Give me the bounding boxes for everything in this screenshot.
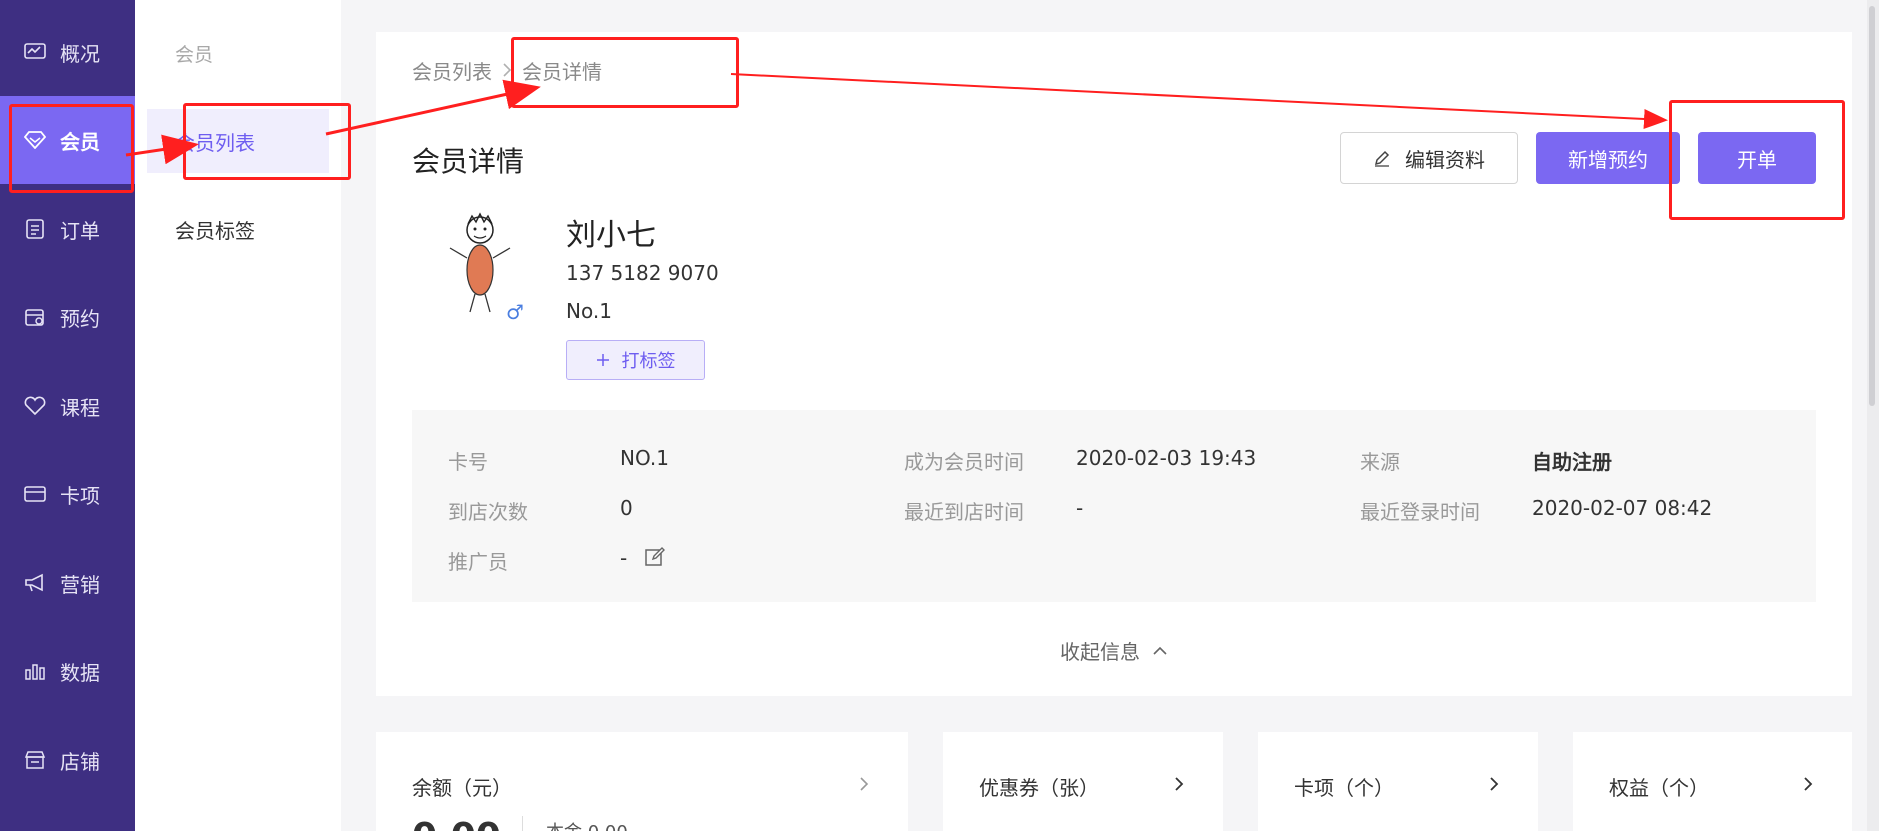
chevron-right-icon xyxy=(1488,772,1502,796)
edit-profile-button[interactable]: 编辑资料 xyxy=(1340,132,1518,184)
nav-item-label: 预约 xyxy=(60,306,100,331)
add-tag-label: 打标签 xyxy=(621,351,676,372)
subnav-item-member-tags[interactable]: 会员标签 xyxy=(147,197,329,261)
chevron-up-icon xyxy=(1152,646,1168,656)
breadcrumb-link-member-list[interactable]: 会员列表 xyxy=(412,56,492,85)
heart-icon xyxy=(22,395,48,417)
gender-male-icon: ♂ xyxy=(506,300,524,324)
stat-title: 卡项（个） xyxy=(1294,776,1394,800)
new-booking-label: 新增预约 xyxy=(1568,147,1648,172)
source-label: 来源 xyxy=(1360,450,1400,474)
member-phone: 137 5182 9070 xyxy=(566,261,719,285)
balance-principal: 本金 0.00 xyxy=(546,818,628,831)
subnav-item-label: 会员标签 xyxy=(175,218,255,243)
plus-icon xyxy=(596,353,610,367)
join-time-label: 成为会员时间 xyxy=(904,450,1024,474)
member-info-panel: 卡号 NO.1 成为会员时间 2020-02-03 19:43 来源 自助注册 … xyxy=(412,410,1816,602)
last-login-value: 2020-02-07 08:42 xyxy=(1532,496,1713,520)
annotation-box-open-order xyxy=(1669,100,1845,220)
nav-item-marketing[interactable]: 营销 xyxy=(0,539,135,627)
chevron-right-icon xyxy=(1173,772,1187,796)
last-visit-value: - xyxy=(1076,496,1084,520)
nav-item-label: 订单 xyxy=(60,218,100,243)
annotation-box-member-nav xyxy=(9,104,134,193)
nav-item-store[interactable]: 店铺 xyxy=(0,716,135,804)
nav-item-label: 课程 xyxy=(60,395,100,420)
nav-item-label: 营销 xyxy=(60,572,100,597)
visits-label: 到店次数 xyxy=(448,500,528,524)
edit-profile-label: 编辑资料 xyxy=(1405,147,1485,172)
nav-item-data[interactable]: 数据 xyxy=(0,627,135,715)
list-icon xyxy=(22,218,48,240)
stat-title: 优惠券（张） xyxy=(979,776,1099,800)
page-scrollbar[interactable] xyxy=(1867,0,1879,831)
pencil-icon xyxy=(1373,149,1391,167)
card-no-label: 卡号 xyxy=(448,450,488,474)
join-time-value: 2020-02-03 19:43 xyxy=(1076,446,1257,470)
balance-amount: 0.00 xyxy=(412,816,501,831)
nav-item-course[interactable]: 课程 xyxy=(0,362,135,450)
last-visit-label: 最近到店时间 xyxy=(904,500,1024,524)
page-title: 会员详情 xyxy=(412,145,525,178)
card-no-value: NO.1 xyxy=(620,446,669,470)
chevron-right-icon xyxy=(1802,772,1816,796)
stat-title: 权益（个） xyxy=(1609,776,1709,800)
member-number: No.1 xyxy=(566,299,612,323)
store-icon xyxy=(22,749,48,771)
visits-value: 0 xyxy=(620,496,633,520)
new-booking-button[interactable]: 新增预约 xyxy=(1536,132,1680,184)
nav-item-overview[interactable]: 概况 xyxy=(0,8,135,96)
divider xyxy=(522,816,523,831)
nav-item-label: 卡项 xyxy=(60,483,100,508)
nav-item-label: 数据 xyxy=(60,660,100,685)
last-login-label: 最近登录时间 xyxy=(1360,500,1480,524)
collapse-info-label: 收起信息 xyxy=(1060,640,1140,664)
chevron-right-icon xyxy=(858,772,872,796)
promoter-value: - xyxy=(620,546,628,570)
annotation-box-member-list xyxy=(183,103,351,180)
stat-card-balance[interactable]: 余额（元） 0.00 本金 0.00 xyxy=(376,732,908,831)
member-detail-card: 会员列表 会员详情 会员详情 编辑资料 新增预约 开单 ♂ 刘小七 137 51… xyxy=(376,32,1852,696)
subnav-title: 会员 xyxy=(175,44,214,66)
source-value: 自助注册 xyxy=(1532,450,1612,474)
bar-chart-icon xyxy=(22,660,48,682)
nav-item-card[interactable]: 卡项 xyxy=(0,450,135,538)
nav-item-label: 店铺 xyxy=(60,749,100,774)
nav-item-booking[interactable]: 预约 xyxy=(0,273,135,361)
nav-item-orders[interactable]: 订单 xyxy=(0,185,135,273)
promoter-label: 推广员 xyxy=(448,550,508,574)
card-icon xyxy=(22,483,48,505)
collapse-info-button[interactable]: 收起信息 xyxy=(376,636,1852,665)
calendar-icon xyxy=(22,306,48,328)
member-name: 刘小七 xyxy=(566,218,656,253)
nav-item-label: 概况 xyxy=(60,41,100,66)
stat-card-cards[interactable]: 卡项（个） xyxy=(1258,732,1538,831)
megaphone-icon xyxy=(22,572,48,594)
add-tag-button[interactable]: 打标签 xyxy=(566,340,705,380)
annotation-box-breadcrumb xyxy=(511,37,739,108)
scrollbar-thumb[interactable] xyxy=(1869,6,1875,406)
dashboard-icon xyxy=(22,41,48,63)
stat-card-benefits[interactable]: 权益（个） xyxy=(1573,732,1852,831)
edit-icon[interactable] xyxy=(644,546,666,568)
stat-card-coupons[interactable]: 优惠券（张） xyxy=(943,732,1223,831)
stat-title: 余额（元） xyxy=(412,776,512,800)
